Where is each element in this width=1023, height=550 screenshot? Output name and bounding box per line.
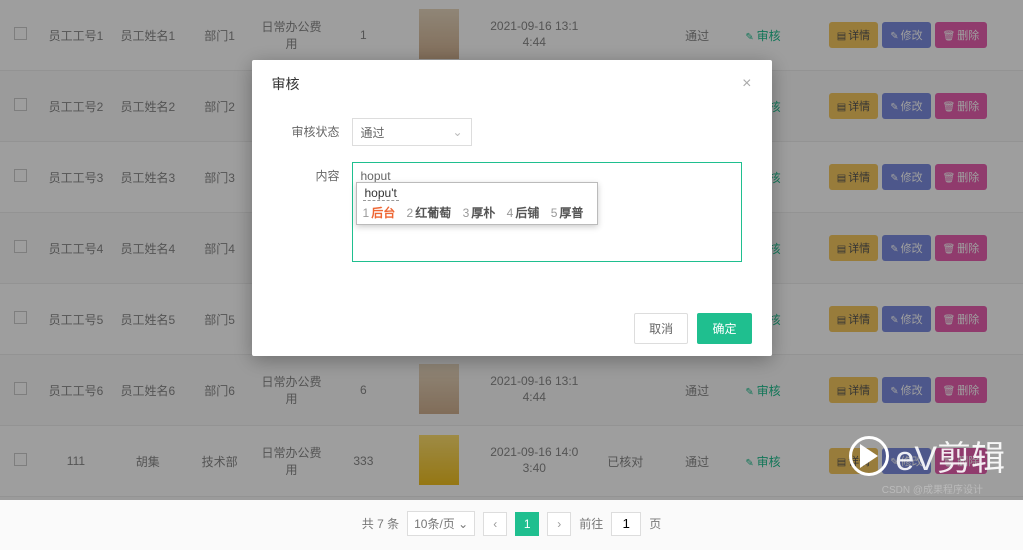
ime-candidates[interactable]: 1后台 2红葡萄 3厚朴 4后铺 5厚普 bbox=[363, 204, 592, 221]
page-prev-button[interactable]: ‹ bbox=[483, 512, 507, 536]
page-next-button[interactable]: › bbox=[547, 512, 571, 536]
page-total: 共 7 条 bbox=[362, 515, 399, 532]
page-size-select[interactable]: 10条/页 ⌄ bbox=[407, 511, 475, 536]
ok-button[interactable]: 确定 bbox=[697, 313, 751, 344]
content-label: 内容 bbox=[282, 162, 352, 190]
csdn-watermark: CSDN @成果程序设计 bbox=[882, 481, 983, 496]
status-select[interactable]: 通过 bbox=[352, 118, 472, 146]
ime-composition: hopu't bbox=[363, 186, 399, 201]
modal-title: 审核 bbox=[272, 74, 300, 94]
cancel-button[interactable]: 取消 bbox=[634, 313, 688, 344]
goto-suffix: 页 bbox=[649, 515, 661, 532]
close-icon[interactable]: × bbox=[742, 75, 751, 93]
goto-page-input[interactable] bbox=[611, 512, 641, 536]
status-label: 审核状态 bbox=[282, 118, 352, 146]
pagination: 共 7 条 10条/页 ⌄ ‹ 1 › 前往 页 bbox=[0, 497, 1023, 550]
page-number-button[interactable]: 1 bbox=[515, 512, 539, 536]
modal-overlay[interactable]: 审核 × 审核状态 通过 内容 hoput hopu't 1后台 2红葡 bbox=[0, 0, 1023, 500]
audit-modal: 审核 × 审核状态 通过 内容 hoput hopu't 1后台 2红葡 bbox=[252, 60, 772, 356]
ime-popup[interactable]: hopu't 1后台 2红葡萄 3厚朴 4后铺 5厚普 bbox=[356, 182, 599, 225]
goto-label: 前往 bbox=[579, 515, 603, 532]
